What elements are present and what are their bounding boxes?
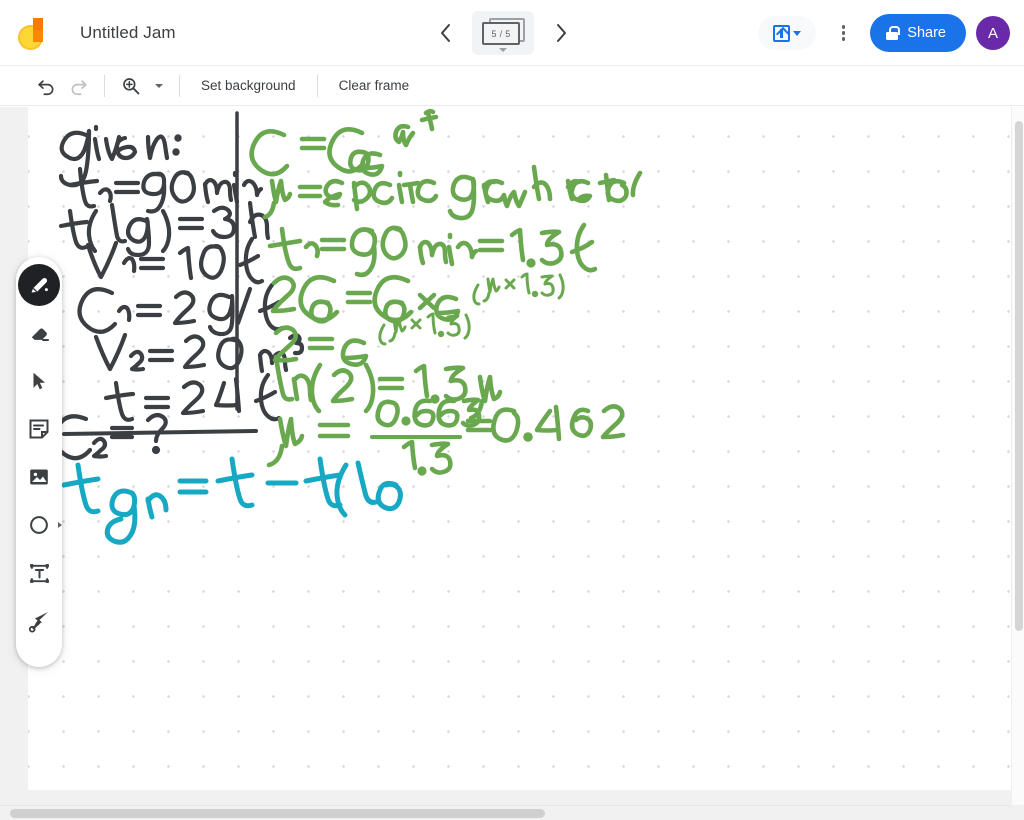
ink-question	[52, 412, 168, 461]
clear-frame-button[interactable]: Clear frame	[328, 72, 421, 99]
tool-pen[interactable]	[18, 264, 60, 306]
scrollbar-corner	[1011, 805, 1024, 820]
more-options-button[interactable]	[826, 16, 860, 50]
share-button-label: Share	[907, 25, 946, 41]
set-background-button[interactable]: Set background	[190, 72, 307, 99]
avatar-initial: A	[987, 24, 998, 42]
ink-time-line	[103, 372, 282, 422]
circle-shape-icon	[30, 516, 48, 534]
page-title[interactable]: Untitled Jam	[74, 19, 182, 47]
laser-pointer-icon	[28, 612, 48, 633]
horizontal-scrollbar-thumb[interactable]	[10, 809, 545, 818]
next-frame-button[interactable]	[544, 16, 578, 50]
present-upload-icon	[773, 24, 791, 42]
frame-front-icon: 5 / 5	[482, 22, 520, 45]
toolbar-divider	[104, 74, 105, 97]
vertical-scrollbar-thumb[interactable]	[1015, 121, 1023, 631]
header-actions: Share A	[758, 0, 1010, 66]
ink-green-work	[249, 108, 643, 476]
redo-button[interactable]	[62, 70, 94, 102]
undo-button[interactable]	[30, 70, 62, 102]
frame-counter-label: 5 / 5	[491, 28, 511, 39]
tool-rail	[16, 257, 62, 667]
tool-laser[interactable]	[18, 600, 60, 642]
prev-frame-button[interactable]	[428, 16, 462, 50]
jam-board-canvas[interactable]	[28, 107, 1012, 790]
sticky-note-icon	[29, 419, 49, 439]
tool-sticky-note[interactable]	[18, 408, 60, 450]
tool-eraser[interactable]	[18, 312, 60, 354]
zoom-dropdown-button[interactable]	[147, 83, 169, 88]
zoom-in-icon	[123, 77, 140, 94]
share-button[interactable]: Share	[870, 14, 966, 52]
lock-icon	[886, 26, 900, 40]
tool-shape[interactable]	[18, 504, 62, 546]
editor-toolbar: Set background Clear frame	[0, 66, 1024, 106]
frame-navigation: 5 / 5	[428, 0, 578, 66]
toolbar-divider	[179, 74, 180, 97]
frame-counter-button[interactable]: 5 / 5	[472, 11, 534, 55]
horizontal-scrollbar[interactable]	[0, 805, 1012, 820]
jamboard-app: Untitled Jam 5 / 5 Share A Set backgroun…	[0, 0, 1024, 820]
eraser-icon	[31, 328, 49, 341]
chevron-down-icon	[793, 30, 802, 36]
canvas-area[interactable]	[0, 107, 1024, 820]
cursor-select-icon	[33, 372, 46, 390]
chevron-down-icon	[155, 83, 163, 88]
redo-icon	[71, 80, 87, 96]
image-icon	[30, 469, 48, 485]
tool-text-box[interactable]	[18, 552, 60, 594]
ink-cyan-line	[61, 456, 403, 545]
vertical-scrollbar[interactable]	[1011, 107, 1024, 805]
jamboard-logo-icon	[16, 13, 56, 53]
ink-given-column	[58, 124, 305, 374]
text-box-icon	[29, 563, 49, 583]
ink-underline	[62, 429, 258, 436]
pen-icon	[31, 278, 48, 293]
toolbar-divider	[316, 74, 318, 97]
chevron-down-icon	[499, 48, 507, 52]
tool-image[interactable]	[18, 456, 60, 498]
handwriting-ink-layer	[52, 108, 643, 545]
undo-icon	[37, 80, 53, 96]
app-header: Untitled Jam 5 / 5 Share A	[0, 0, 1024, 66]
tool-select[interactable]	[18, 360, 60, 402]
zoom-button[interactable]	[115, 70, 147, 102]
chevron-right-icon	[58, 522, 62, 528]
avatar[interactable]: A	[976, 16, 1010, 50]
present-button[interactable]	[758, 16, 817, 50]
